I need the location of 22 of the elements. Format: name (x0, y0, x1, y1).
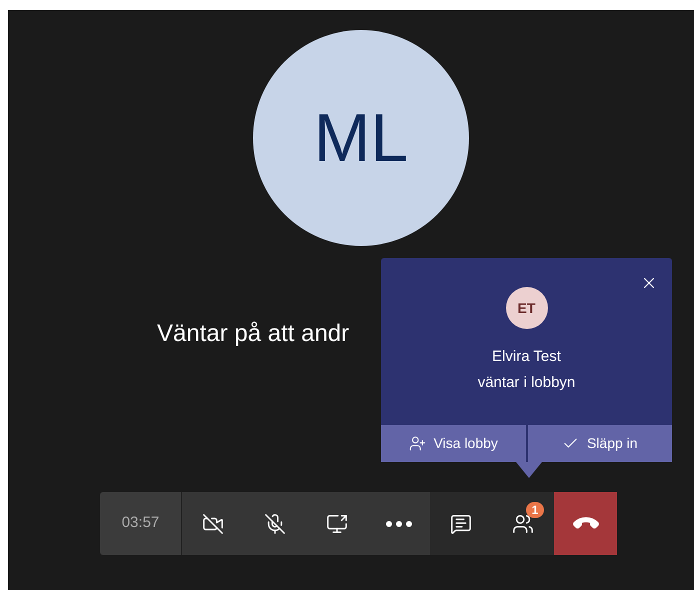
avatar-initials: ET (518, 298, 536, 318)
guest-name: Elvira Test (492, 347, 561, 367)
participants-button[interactable]: 1 (492, 492, 554, 555)
status-text: Väntar på att andr (157, 319, 350, 349)
lobby-message: väntar i lobbyn (478, 372, 576, 392)
microphone-off-icon (264, 512, 286, 534)
more-icon (386, 520, 412, 526)
camera-off-icon (202, 512, 224, 534)
person-add-icon (408, 435, 426, 452)
chat-button[interactable] (430, 492, 492, 555)
notification-badge: 1 (526, 502, 544, 518)
people-icon (512, 512, 534, 534)
avatar-initials: ML (314, 99, 408, 178)
view-lobby-button[interactable]: Visa lobby (381, 425, 526, 462)
camera-button[interactable] (182, 492, 244, 555)
admit-button[interactable]: Släpp in (528, 425, 672, 462)
hang-up-button[interactable] (554, 492, 617, 555)
popup-pointer (516, 462, 542, 478)
more-button[interactable] (368, 492, 430, 555)
share-screen-icon (326, 512, 348, 534)
chat-icon (450, 512, 472, 534)
call-timer: 03:57 (100, 492, 182, 555)
